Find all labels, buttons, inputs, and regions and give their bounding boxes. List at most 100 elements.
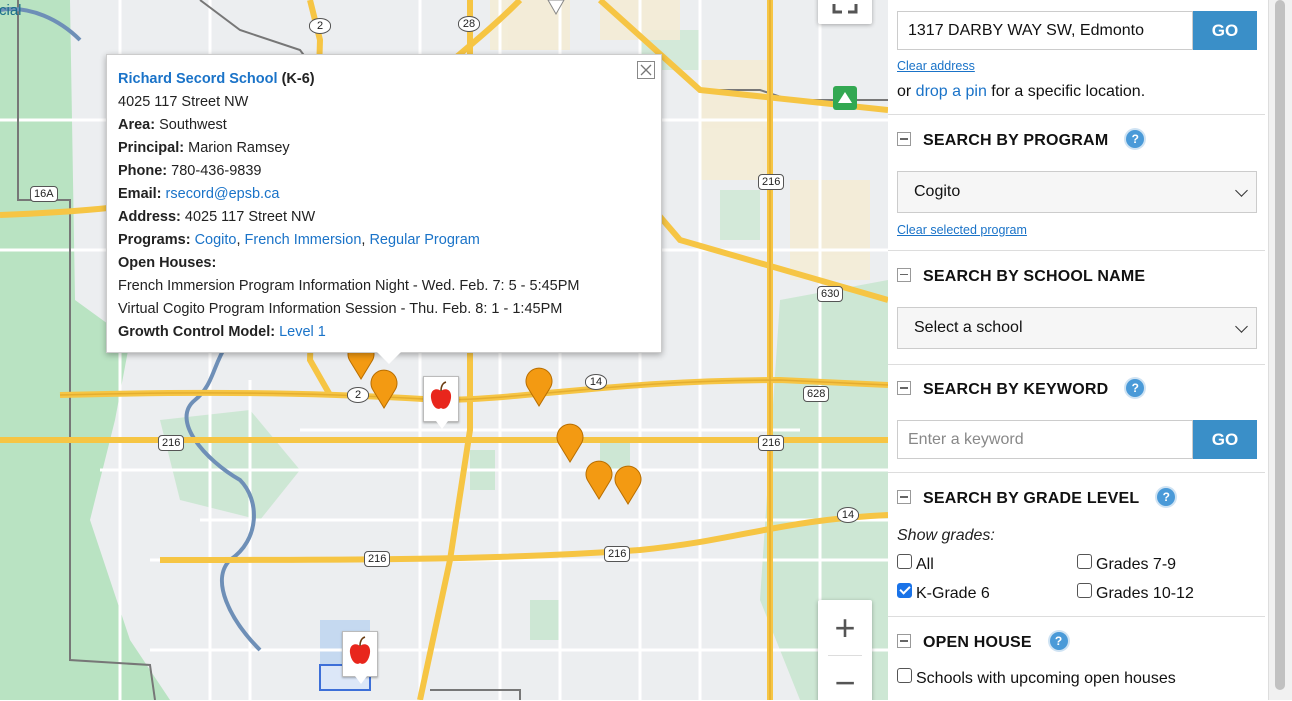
highway-shield-14: 14 [837, 507, 859, 523]
keyword-section-header[interactable]: SEARCH BY KEYWORD? [897, 379, 1145, 401]
zoom-out-button[interactable]: − [818, 656, 872, 700]
help-icon[interactable]: ? [1126, 130, 1145, 148]
principal-value: Marion Ramsey [188, 140, 290, 156]
grade-section-header[interactable]: SEARCH BY GRADE LEVEL? [897, 488, 1176, 510]
map-canvas[interactable]: cial 2 28 16A 216 630 2 14 628 216 216 14 216 216 + … [0, 0, 888, 700]
school-street: 4025 117 Street NW [118, 94, 249, 110]
principal-label: Principal: [118, 140, 185, 156]
growth-control-label: Growth Control Model: [118, 324, 276, 340]
collapse-icon[interactable] [897, 381, 911, 395]
keyword-section: SEARCH BY KEYWORD? Enter a keyword GO [888, 364, 1265, 473]
clear-program-link[interactable]: Clear selected program [897, 223, 1027, 237]
grade-checkbox-10-12[interactable]: Grades 10-12 [1077, 583, 1194, 604]
apple-icon [349, 636, 371, 664]
grade-checkbox-7-9[interactable]: Grades 7-9 [1077, 554, 1176, 575]
school-info-popup: Richard Secord School (K-6) 4025 117 Str… [106, 54, 662, 364]
program-section-header[interactable]: SEARCH BY PROGRAM? [897, 130, 1145, 152]
school-name-section: SEARCH BY SCHOOL NAME Select a school [888, 250, 1265, 365]
address-value: 4025 117 Street NW [184, 209, 316, 225]
highway-shield-216: 216 [758, 435, 785, 451]
checkbox[interactable] [897, 554, 912, 570]
fullscreen-button[interactable] [818, 0, 872, 24]
drop-pin-text: or drop a pin for a specific location. [897, 83, 1146, 100]
highway-shield-14: 14 [585, 374, 607, 390]
zoom-control: + − [818, 600, 872, 700]
scrollbar[interactable] [1268, 0, 1292, 700]
grade-section: SEARCH BY GRADE LEVEL? Show grades: All … [888, 472, 1265, 617]
help-icon[interactable]: ? [1157, 488, 1176, 506]
apple-icon [430, 381, 452, 409]
highway-shield-216: 216 [604, 546, 631, 562]
highway-shield-2: 2 [347, 387, 369, 403]
highway-shield-2: 2 [309, 18, 331, 34]
chevron-down-icon [1235, 320, 1248, 333]
school-name-section-header[interactable]: SEARCH BY SCHOOL NAME [897, 267, 1145, 288]
email-link[interactable]: rsecord@epsb.ca [166, 186, 280, 202]
fullscreen-icon [832, 4, 858, 14]
zoom-in-button[interactable]: + [818, 600, 872, 655]
program-link-french-immersion[interactable]: French Immersion [245, 232, 362, 248]
program-section: SEARCH BY PROGRAM? Cogito Clear selected… [888, 114, 1265, 251]
area-value: Southwest [159, 117, 227, 133]
highway-shield-28: 28 [458, 16, 480, 32]
close-icon [640, 64, 652, 76]
program-link-regular[interactable]: Regular Program [369, 232, 479, 248]
checkbox[interactable] [1077, 583, 1092, 599]
grade-checkbox-all[interactable]: All [897, 554, 934, 575]
school-pin[interactable] [556, 423, 584, 463]
highway-shield-630: 630 [817, 286, 844, 302]
school-select[interactable]: Select a school [897, 307, 1257, 349]
keyword-go-button[interactable]: GO [1193, 420, 1257, 459]
school-grades: (K-6) [281, 71, 315, 87]
phone-label: Phone: [118, 163, 168, 179]
keyword-input[interactable]: Enter a keyword [897, 420, 1193, 459]
checkbox[interactable] [897, 668, 912, 684]
programs-label: Programs: [118, 232, 191, 248]
highway-shield-216: 216 [758, 174, 785, 190]
close-popup-button[interactable] [637, 61, 655, 79]
address-go-button[interactable]: GO [1193, 11, 1257, 50]
program-select[interactable]: Cogito [897, 171, 1257, 213]
highway-shield-628: 628 [803, 386, 830, 402]
collapse-icon[interactable] [897, 132, 911, 146]
highway-shield-216: 216 [158, 435, 185, 451]
school-pin[interactable] [370, 369, 398, 409]
open-house-1: French Immersion Program Information Nig… [118, 278, 580, 294]
address-input[interactable]: 1317 DARBY WAY SW, Edmonto [897, 11, 1193, 50]
collapse-icon[interactable] [897, 490, 911, 504]
help-icon[interactable]: ? [1126, 379, 1145, 397]
drop-pin-link[interactable]: drop a pin [916, 83, 987, 100]
email-label: Email: [118, 186, 162, 202]
open-house-checkbox[interactable]: Schools with upcoming open houses [897, 668, 1176, 689]
scrollbar-thumb[interactable] [1275, 0, 1285, 690]
grade-checkbox-k-6[interactable]: K-Grade 6 [897, 583, 990, 604]
program-link-cogito[interactable]: Cogito [195, 232, 237, 248]
address-search: 1317 DARBY WAY SW, Edmonto GO [897, 11, 1257, 50]
chevron-down-icon [1235, 184, 1248, 197]
open-house-2: Virtual Cogito Program Information Sessi… [118, 301, 563, 317]
highway-shield-216: 216 [364, 551, 391, 567]
school-name-link[interactable]: Richard Secord School [118, 71, 278, 87]
checkbox-checked[interactable] [897, 583, 912, 599]
checkbox[interactable] [1077, 554, 1092, 570]
open-houses-label: Open Houses: [118, 255, 217, 271]
school-pin[interactable] [525, 367, 553, 407]
address-label: Address: [118, 209, 181, 225]
collapse-icon[interactable] [897, 634, 911, 648]
open-house-section-header[interactable]: OPEN HOUSE? [897, 632, 1068, 654]
highway-shield-16A: 16A [30, 186, 58, 202]
map-place-label: cial [0, 2, 22, 19]
school-pin[interactable] [585, 460, 613, 500]
selected-school-marker[interactable] [423, 376, 459, 429]
open-house-section: OPEN HOUSE? Schools with upcoming open h… [888, 616, 1265, 701]
growth-control-link[interactable]: Level 1 [279, 324, 326, 340]
help-icon[interactable]: ? [1049, 632, 1068, 650]
school-pin[interactable] [614, 465, 642, 505]
area-label: Area: [118, 117, 156, 133]
school-marker[interactable] [342, 631, 378, 684]
popup-title: Richard Secord School (K-6) [118, 68, 650, 91]
search-sidebar: 1317 DARBY WAY SW, Edmonto GO Clear addr… [888, 0, 1268, 700]
collapse-icon[interactable] [897, 267, 911, 282]
clear-address-link[interactable]: Clear address [897, 59, 975, 73]
show-grades-label: Show grades: [897, 527, 995, 544]
